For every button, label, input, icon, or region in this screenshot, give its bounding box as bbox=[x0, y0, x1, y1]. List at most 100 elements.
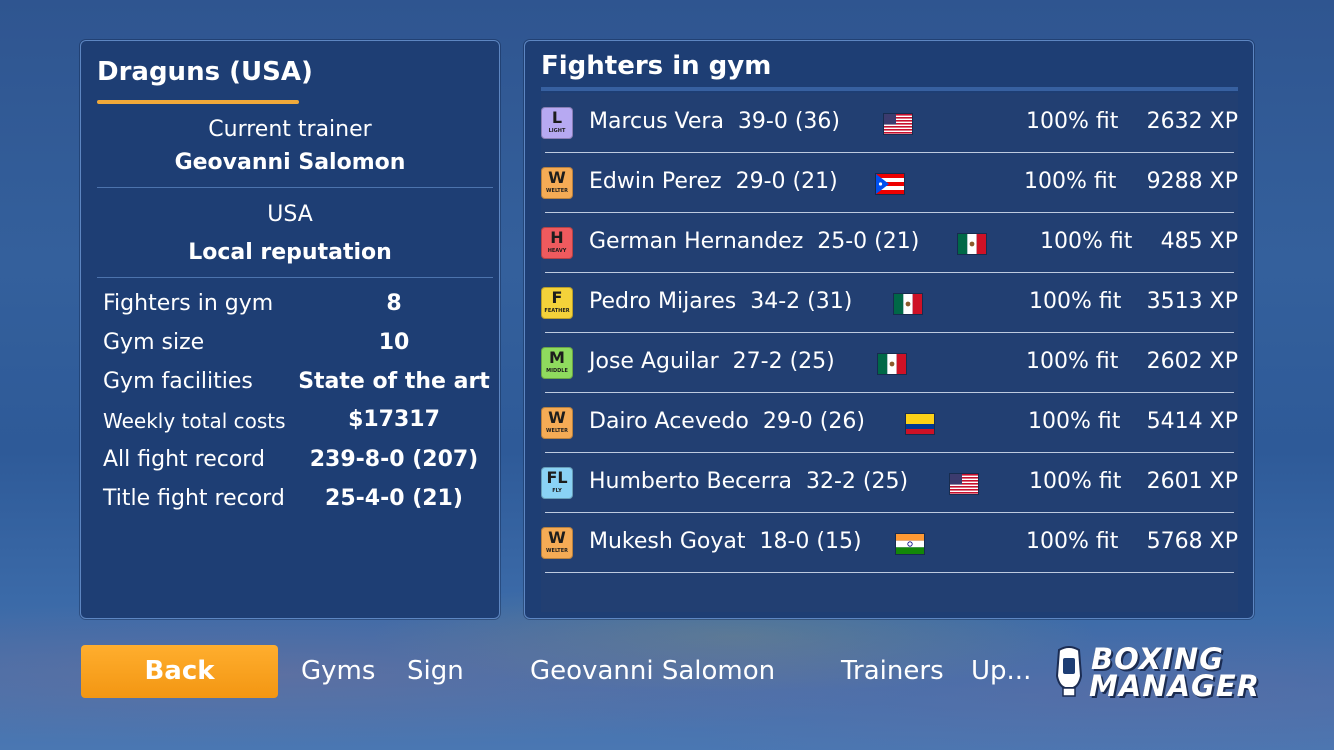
title-underline bbox=[97, 100, 299, 104]
fighter-name: Humberto Becerra bbox=[589, 469, 792, 494]
fighter-xp: 3513 XP bbox=[1146, 289, 1238, 314]
nav-sign[interactable]: Sign bbox=[407, 656, 464, 686]
fighter-fitness: 100% fit bbox=[1026, 109, 1119, 134]
fighter-name-record: Marcus Vera 39-0 (36) bbox=[589, 109, 840, 134]
fighter-record: 18-0 (15) bbox=[759, 529, 862, 554]
stat-value-fighters: 8 bbox=[386, 291, 402, 316]
weight-class-letter: W bbox=[548, 528, 566, 547]
stat-label-all-record: All fight record bbox=[103, 447, 265, 472]
fighter-name-record: Mukesh Goyat 18-0 (15) bbox=[589, 529, 862, 554]
weight-class-badge: FL FLY bbox=[541, 467, 573, 499]
fighter-xp: 5414 XP bbox=[1146, 409, 1238, 434]
fighter-row[interactable]: L LIGHT Marcus Vera 39-0 (36) 100% fit 2632 X… bbox=[541, 93, 1238, 153]
stat-value-size: 10 bbox=[378, 330, 410, 355]
weight-class-badge: M MIDDLE bbox=[541, 347, 573, 379]
fighter-xp: 2632 XP bbox=[1146, 109, 1238, 134]
fighter-record: 39-0 (36) bbox=[737, 109, 841, 134]
mexico-flag bbox=[893, 293, 923, 315]
fighter-fitness: 100% fit bbox=[1024, 169, 1117, 194]
fighters-panel-title: Fighters in gym bbox=[541, 51, 772, 81]
weight-class-badge: W WELTER bbox=[541, 407, 573, 439]
usa-flag bbox=[883, 113, 913, 135]
fighter-fitness: 100% fit bbox=[1028, 409, 1121, 434]
fighter-name: Mukesh Goyat bbox=[589, 529, 746, 554]
weight-class-name: WELTER bbox=[546, 548, 568, 554]
fighter-record: 27-2 (25) bbox=[732, 349, 835, 374]
colombia-flag bbox=[905, 413, 935, 435]
nav-trainer[interactable]: Geovanni Salomon bbox=[530, 656, 775, 686]
fighter-xp: 2601 XP bbox=[1146, 469, 1238, 494]
fighter-row[interactable]: W WELTER Edwin Perez 29-0 (21) 100% fit 9288 … bbox=[541, 153, 1238, 213]
weight-class-name: FEATHER bbox=[544, 308, 570, 314]
fighter-record: 32-2 (25) bbox=[805, 469, 909, 494]
weight-class-letter: W bbox=[548, 168, 566, 187]
fighter-list[interactable]: L LIGHT Marcus Vera 39-0 (36) 100% fit 2632 X… bbox=[541, 93, 1238, 612]
stat-label-title-record: Title fight record bbox=[103, 486, 285, 511]
divider bbox=[97, 277, 493, 278]
fighter-row[interactable]: W WELTER Mukesh Goyat 18-0 (15) 100% fit 5768… bbox=[541, 513, 1238, 573]
fighter-name-record: German Hernandez 25-0 (21) bbox=[589, 229, 919, 254]
fighter-name: Dairo Acevedo bbox=[589, 409, 749, 434]
fighter-name: Jose Aguilar bbox=[589, 349, 719, 374]
weight-class-letter: W bbox=[548, 408, 566, 427]
fighter-fitness: 100% fit bbox=[1040, 229, 1133, 254]
weight-class-badge: F FEATHER bbox=[541, 287, 573, 319]
fighter-row[interactable]: H HEAVY German Hernandez 25-0 (21) 100% fit 4… bbox=[541, 213, 1238, 273]
gym-title: Draguns (USA) bbox=[97, 57, 313, 87]
puerto-rico-flag bbox=[875, 173, 905, 195]
stat-value-facilities: State of the art bbox=[298, 369, 490, 394]
fighter-fitness: 100% fit bbox=[1026, 349, 1119, 374]
weight-class-letter: F bbox=[551, 288, 563, 307]
weight-class-name: HEAVY bbox=[547, 248, 567, 254]
fighter-row[interactable]: W WELTER Dairo Acevedo 29-0 (26) 100% fit 541… bbox=[541, 393, 1238, 453]
logo-line2: MANAGER bbox=[1089, 669, 1260, 703]
fighter-row[interactable]: M MIDDLE Jose Aguilar 27-2 (25) 100% fit 2602… bbox=[541, 333, 1238, 393]
back-button[interactable]: Back bbox=[81, 645, 278, 698]
stat-label-fighters: Fighters in gym bbox=[103, 291, 274, 316]
fighter-fitness: 100% fit bbox=[1026, 529, 1119, 554]
gym-reputation: Local reputation bbox=[188, 240, 392, 265]
fighter-xp: 2602 XP bbox=[1146, 349, 1238, 374]
fighter-row[interactable]: F FEATHER Pedro Mijares 34-2 (31) 100% fit 35… bbox=[541, 273, 1238, 333]
gym-info-panel: Draguns (USA) Current trainer Geovanni S… bbox=[80, 40, 500, 619]
fighter-record: 29-0 (26) bbox=[762, 409, 865, 434]
weight-class-name: WELTER bbox=[546, 188, 568, 194]
fighter-name-record: Jose Aguilar 27-2 (25) bbox=[589, 349, 835, 374]
weight-class-badge: L LIGHT bbox=[541, 107, 573, 139]
nav-gyms[interactable]: Gyms bbox=[301, 656, 375, 686]
fighter-xp: 5768 XP bbox=[1146, 529, 1238, 554]
stat-label-costs: Weekly total costs bbox=[103, 409, 286, 433]
india-flag bbox=[895, 533, 925, 555]
fighter-record: 34-2 (31) bbox=[750, 289, 853, 314]
weight-class-letter: H bbox=[550, 228, 564, 247]
nav-trainers[interactable]: Trainers bbox=[841, 656, 944, 686]
weight-class-name: WELTER bbox=[546, 428, 568, 434]
stat-value-title-record: 25-4-0 (21) bbox=[325, 486, 463, 511]
weight-class-letter: M bbox=[549, 348, 565, 367]
fighter-name-record: Pedro Mijares 34-2 (31) bbox=[589, 289, 852, 314]
fighter-name: Marcus Vera bbox=[589, 109, 724, 134]
fighter-name: German Hernandez bbox=[589, 229, 804, 254]
fighter-record: 29-0 (21) bbox=[735, 169, 838, 194]
fighter-fitness: 100% fit bbox=[1029, 469, 1122, 494]
weight-class-name: LIGHT bbox=[548, 128, 566, 134]
row-divider bbox=[545, 572, 1234, 573]
title-underline bbox=[541, 87, 1238, 91]
fighter-xp: 485 XP bbox=[1160, 229, 1238, 254]
fighter-name-record: Humberto Becerra 32-2 (25) bbox=[589, 469, 908, 494]
fighter-name-record: Dairo Acevedo 29-0 (26) bbox=[589, 409, 865, 434]
nav-upgrade[interactable]: Up... bbox=[971, 656, 1031, 686]
boxing-manager-logo: BOXING MANAGER bbox=[1055, 642, 1259, 703]
trainer-label: Current trainer bbox=[208, 117, 372, 142]
weight-class-name: FLY bbox=[552, 488, 562, 494]
mexico-flag bbox=[877, 353, 907, 375]
fighter-row[interactable]: FL FLY Humberto Becerra 32-2 (25) 100% fit 26… bbox=[541, 453, 1238, 513]
mexico-flag bbox=[957, 233, 987, 255]
fighters-panel: Fighters in gym L LIGHT Marcus Vera 39-0 (3… bbox=[524, 40, 1254, 619]
stat-value-costs: $17317 bbox=[348, 407, 440, 432]
fighter-record: 25-0 (21) bbox=[817, 229, 920, 254]
weight-class-badge: H HEAVY bbox=[541, 227, 573, 259]
fighter-fitness: 100% fit bbox=[1029, 289, 1122, 314]
usa-flag bbox=[949, 473, 979, 495]
stat-label-size: Gym size bbox=[103, 330, 205, 355]
